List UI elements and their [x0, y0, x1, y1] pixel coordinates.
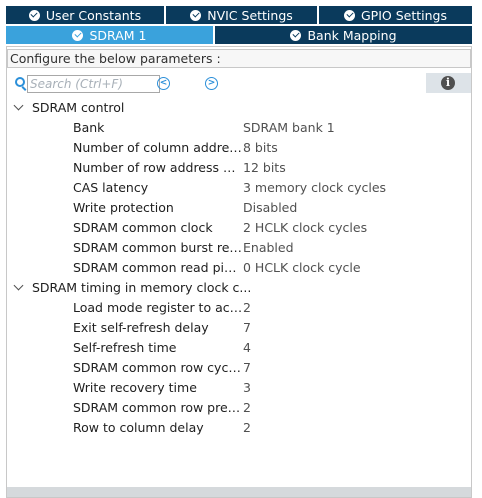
- group-label: SDRAM timing in memory clock c...: [32, 279, 252, 295]
- param-row[interactable]: SDRAM common read pip... 0 HCLK clock cyc…: [7, 257, 471, 277]
- check-circle-icon: [72, 29, 84, 41]
- tab-label: SDRAM 1: [89, 27, 147, 43]
- param-value[interactable]: Enabled: [243, 240, 294, 255]
- param-name: CAS latency: [73, 179, 149, 195]
- tab-label: GPIO Settings: [361, 7, 447, 23]
- check-circle-icon: [290, 29, 302, 41]
- param-value[interactable]: 7: [243, 320, 251, 335]
- info-button[interactable]: i: [426, 73, 471, 93]
- tab-row-2: SDRAM 1 Bank Mapping: [6, 26, 472, 44]
- chevron-left-circle-icon[interactable]: <: [157, 77, 170, 90]
- param-name: Write protection: [73, 199, 174, 215]
- parameter-tree: SDRAM control Bank SDRAM bank 1 Number of…: [7, 97, 471, 437]
- param-value[interactable]: 2 HCLK clock cycles: [243, 220, 367, 235]
- tab-label: User Constants: [45, 7, 142, 23]
- param-row[interactable]: Bank SDRAM bank 1: [7, 117, 471, 137]
- param-value[interactable]: 4: [243, 340, 251, 355]
- search-icon[interactable]: [15, 77, 25, 87]
- chevron-right-circle-icon[interactable]: >: [205, 77, 218, 90]
- param-value[interactable]: 3: [243, 380, 251, 395]
- configure-label: Configure the below parameters :: [7, 49, 471, 68]
- param-row[interactable]: Number of row address bits 12 bits: [7, 157, 471, 177]
- param-row[interactable]: Self-refresh time 4: [7, 337, 471, 357]
- param-name: SDRAM common row prec...: [73, 399, 243, 415]
- param-value[interactable]: 2: [243, 400, 251, 415]
- param-row[interactable]: SDRAM common row prec... 2: [7, 397, 471, 417]
- param-name: Number of row address bits: [73, 159, 243, 175]
- param-row[interactable]: CAS latency 3 memory clock cycles: [7, 177, 471, 197]
- param-name: SDRAM common burst read: [73, 239, 243, 255]
- tab-label: NVIC Settings: [207, 7, 293, 23]
- param-value[interactable]: 8 bits: [243, 140, 278, 155]
- check-circle-icon: [344, 9, 355, 21]
- group-sdram-control[interactable]: SDRAM control: [7, 97, 471, 117]
- param-name: Number of column address...: [73, 139, 243, 155]
- param-name: Row to column delay: [73, 419, 204, 435]
- param-row[interactable]: Write recovery time 3: [7, 377, 471, 397]
- search-input[interactable]: [27, 75, 160, 93]
- param-name: Write recovery time: [73, 379, 197, 395]
- param-row[interactable]: Number of column address... 8 bits: [7, 137, 471, 157]
- param-name: Exit self-refresh delay: [73, 319, 209, 335]
- tab-sdram-1[interactable]: SDRAM 1: [6, 26, 215, 44]
- param-value[interactable]: SDRAM bank 1: [243, 120, 335, 135]
- tab-label: Bank Mapping: [307, 27, 397, 43]
- param-value[interactable]: 0 HCLK clock cycle: [243, 260, 361, 275]
- param-row[interactable]: Load mode register to acti... 2: [7, 297, 471, 317]
- param-row[interactable]: Write protection Disabled: [7, 197, 471, 217]
- search-bar: < > i: [7, 73, 471, 95]
- param-name: Load mode register to acti...: [73, 299, 243, 315]
- check-circle-icon: [190, 9, 202, 21]
- param-row[interactable]: SDRAM common burst read Enabled: [7, 237, 471, 257]
- tab-bar: User Constants NVIC Settings GPIO Settin…: [6, 6, 472, 44]
- param-value[interactable]: 7: [243, 360, 251, 375]
- group-sdram-timing[interactable]: SDRAM timing in memory clock c...: [7, 277, 471, 297]
- param-value[interactable]: 2: [243, 300, 251, 315]
- horizontal-scrollbar[interactable]: [7, 487, 471, 497]
- tab-gpio-settings[interactable]: GPIO Settings: [319, 6, 472, 24]
- info-icon: i: [441, 76, 455, 90]
- group-label: SDRAM control: [32, 99, 125, 115]
- tab-bank-mapping[interactable]: Bank Mapping: [215, 26, 472, 44]
- parameter-panel: Configure the below parameters : < > i S…: [6, 46, 472, 498]
- param-name: SDRAM common read pip...: [73, 259, 243, 275]
- tab-row-1: User Constants NVIC Settings GPIO Settin…: [6, 6, 472, 24]
- param-row[interactable]: SDRAM common clock 2 HCLK clock cycles: [7, 217, 471, 237]
- param-name: SDRAM common row cycl...: [73, 359, 243, 375]
- chevron-down-icon[interactable]: [13, 100, 24, 110]
- param-value[interactable]: 2: [243, 420, 251, 435]
- param-row[interactable]: SDRAM common row cycl... 7: [7, 357, 471, 377]
- check-circle-icon: [28, 9, 40, 21]
- param-row[interactable]: Row to column delay 2: [7, 417, 471, 437]
- tab-user-constants[interactable]: User Constants: [6, 6, 166, 24]
- param-value[interactable]: Disabled: [243, 200, 297, 215]
- tab-nvic-settings[interactable]: NVIC Settings: [166, 6, 319, 24]
- param-row[interactable]: Exit self-refresh delay 7: [7, 317, 471, 337]
- param-name: Bank: [73, 119, 105, 135]
- param-value[interactable]: 3 memory clock cycles: [243, 180, 386, 195]
- param-name: SDRAM common clock: [73, 219, 213, 235]
- param-value[interactable]: 12 bits: [243, 160, 286, 175]
- param-name: Self-refresh time: [73, 339, 177, 355]
- chevron-down-icon[interactable]: [13, 280, 24, 290]
